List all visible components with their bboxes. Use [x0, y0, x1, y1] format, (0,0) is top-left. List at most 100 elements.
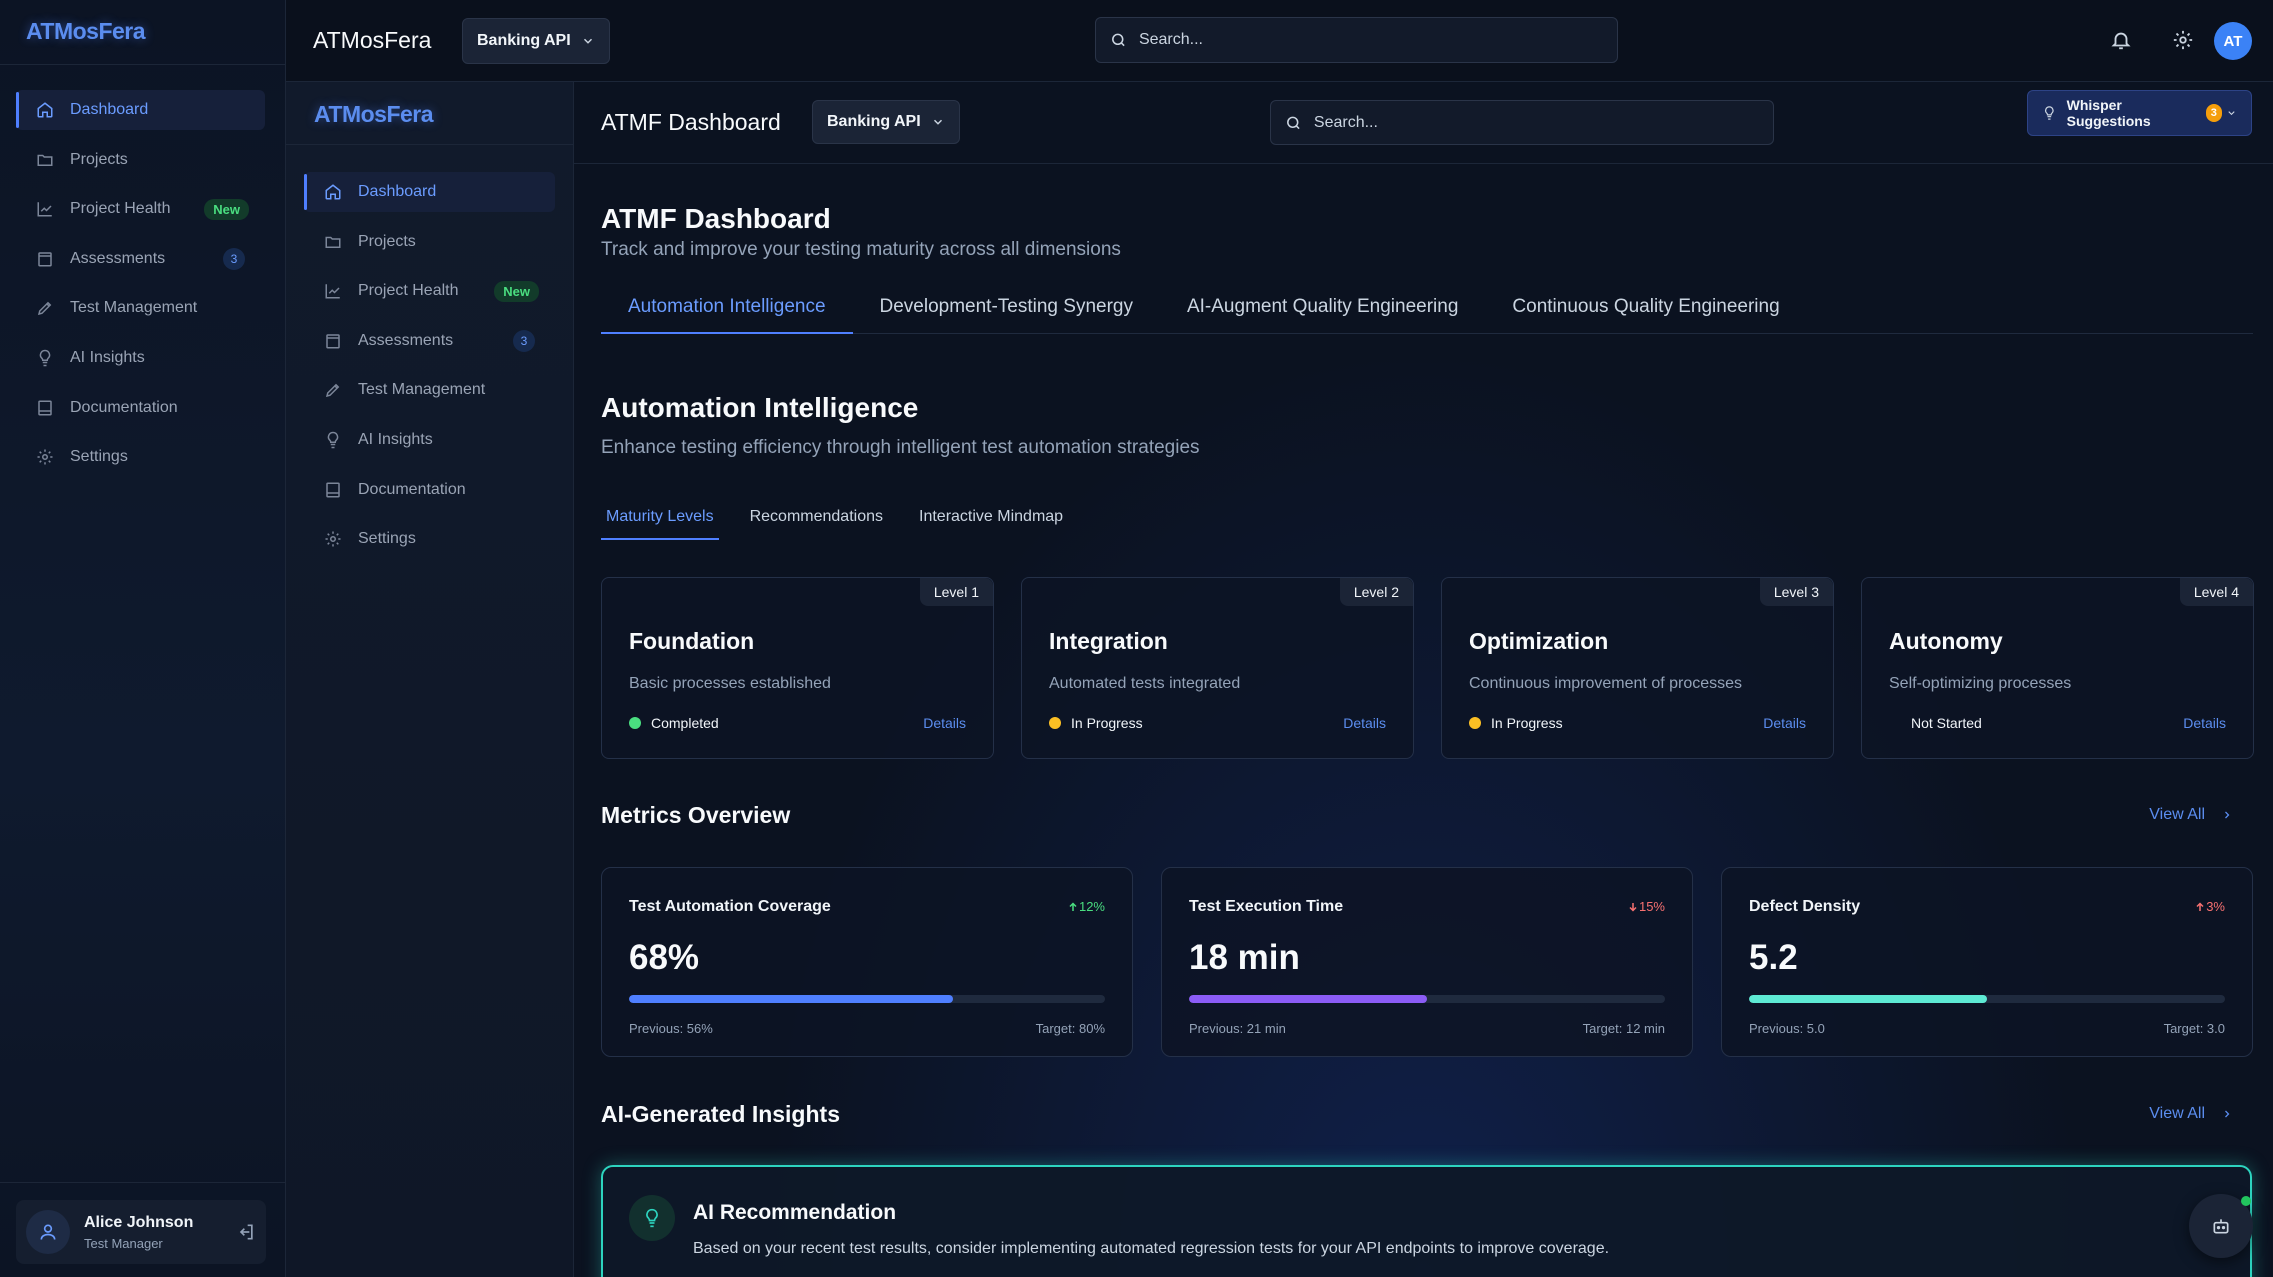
secondary-sidebar: ATMosFera Dashboard Projects Project Hea…	[286, 82, 574, 1277]
details-link[interactable]: Details	[1763, 715, 1806, 731]
status-label: In Progress	[1491, 715, 1563, 731]
main-header: ATMF Dashboard Banking API Whisper Sugge…	[574, 82, 2273, 164]
insights-view-all-link[interactable]: View All	[2149, 1105, 2233, 1123]
arrow-up-icon	[2196, 901, 2204, 911]
metric-previous: Previous: 56%	[629, 1021, 713, 1036]
lightbulb-icon	[39, 349, 51, 367]
level-status: In Progress	[1049, 715, 1143, 731]
sidebar-logo[interactable]: ATMosFera	[26, 18, 146, 45]
metrics-view-all-link[interactable]: View All	[2149, 806, 2233, 824]
sidebar-item-label: AI Insights	[358, 430, 433, 448]
metric-delta: 12%	[1067, 899, 1105, 914]
project-selector[interactable]: Banking API	[812, 100, 960, 144]
metric-name: Test Automation Coverage	[629, 898, 831, 915]
logout-icon[interactable]	[236, 1222, 256, 1242]
pencil-icon	[37, 302, 52, 316]
sidebar-item-dashboard[interactable]: Dashboard	[304, 172, 555, 212]
details-link[interactable]: Details	[1343, 715, 1386, 731]
insights-title: AI-Generated Insights	[601, 1101, 840, 1127]
subtab-recommendations[interactable]: Recommendations	[745, 504, 888, 540]
tab-development-testing-synergy[interactable]: Development-Testing Synergy	[853, 292, 1160, 334]
page-subtitle: Track and improve your testing maturity …	[601, 239, 1121, 260]
view-all-label: View All	[2149, 1105, 2205, 1122]
level-tag: Level 2	[1339, 578, 1413, 606]
avatar	[26, 1210, 70, 1254]
sidebar-item-documentation[interactable]: Documentation	[16, 388, 265, 428]
search-input[interactable]	[1138, 31, 1603, 49]
subtab-maturity-levels[interactable]: Maturity Levels	[601, 504, 719, 540]
chat-assistant-button[interactable]	[2189, 1194, 2253, 1258]
tab-automation-intelligence[interactable]: Automation Intelligence	[601, 292, 853, 334]
metric-delta: 3%	[2194, 899, 2225, 914]
metric-card-test-execution-time[interactable]: Test Execution Time 15% 18 min Previous:…	[1161, 867, 1693, 1057]
sidebar-item-documentation[interactable]: Documentation	[304, 470, 555, 510]
sidebar-logo[interactable]: ATMosFera	[314, 101, 434, 128]
sidebar-item-projects[interactable]: Projects	[16, 140, 265, 180]
tab-ai-augment-quality-engineering[interactable]: AI-Augment Quality Engineering	[1160, 292, 1485, 334]
sidebar-item-assessments[interactable]: Assessments 3	[16, 239, 265, 279]
level-card-integration[interactable]: Level 2 Integration Automated tests inte…	[1021, 577, 1414, 759]
metric-progress-fill	[629, 995, 953, 1003]
metric-name: Defect Density	[1749, 898, 1861, 915]
ai-recommendation-card[interactable]: AI Recommendation Based on your recent t…	[601, 1165, 2252, 1277]
status-dot	[1049, 717, 1061, 729]
sidebar-item-label: Dashboard	[70, 101, 149, 118]
sidebar-item-project-health[interactable]: Project Health New	[16, 189, 265, 229]
tab-continuous-quality-engineering[interactable]: Continuous Quality Engineering	[1485, 292, 1806, 334]
metric-target: Target: 3.0	[2163, 1021, 2225, 1036]
sidebar-item-settings[interactable]: Settings	[16, 437, 265, 477]
page-title: ATMF Dashboard	[601, 203, 831, 234]
gear-icon[interactable]	[2172, 29, 2194, 51]
home-icon	[37, 102, 53, 118]
metric-card-test-automation-coverage[interactable]: Test Automation Coverage 12% 68% Previou…	[601, 867, 1133, 1057]
metric-card-defect-density[interactable]: Defect Density 3% 5.2 Previous: 5.0 Targ…	[1721, 867, 2253, 1057]
sidebar-item-assessments[interactable]: Assessments 3	[304, 321, 555, 361]
sidebar-item-label: Test Management	[358, 381, 486, 399]
sidebar-item-label: Projects	[70, 150, 128, 168]
sidebar-item-dashboard[interactable]: Dashboard	[16, 90, 265, 130]
global-search[interactable]	[1095, 17, 1618, 63]
metric-progress-track	[1189, 995, 1665, 1003]
whisper-suggestions-button[interactable]: Whisper Suggestions 3	[2027, 90, 2252, 136]
robot-icon	[2213, 1219, 2229, 1234]
metrics-overview: Test Automation Coverage 12% 68% Previou…	[601, 867, 2253, 1057]
sidebar-item-ai-insights[interactable]: AI Insights	[16, 338, 265, 378]
sidebar-item-test-management[interactable]: Test Management	[304, 370, 555, 410]
search-input[interactable]	[1313, 113, 1759, 132]
level-card-foundation[interactable]: Level 1 Foundation Basic processes estab…	[601, 577, 994, 759]
sidebar-item-test-management[interactable]: Test Management	[16, 288, 265, 328]
chart-line-icon	[325, 284, 340, 299]
details-link[interactable]: Details	[923, 715, 966, 731]
metric-target: Target: 12 min	[1582, 1021, 1665, 1036]
metric-progress-fill	[1749, 995, 1987, 1003]
sidebar-item-projects[interactable]: Projects	[304, 222, 555, 262]
status-dot	[1469, 717, 1481, 729]
level-card-autonomy[interactable]: Level 4 Autonomy Self-optimizing process…	[1861, 577, 2254, 759]
level-name: Foundation	[629, 628, 755, 654]
bell-icon[interactable]	[2110, 29, 2132, 51]
secondary-nav: Dashboard Projects Project Health New As…	[304, 172, 555, 569]
metric-target: Target: 80%	[1035, 1021, 1105, 1036]
level-card-optimization[interactable]: Level 3 Optimization Continuous improvem…	[1441, 577, 1834, 759]
home-icon	[325, 184, 341, 200]
subtab-interactive-mindmap[interactable]: Interactive Mindmap	[914, 504, 1068, 540]
chevron-down-icon	[933, 119, 942, 125]
sidebar-item-label: Settings	[358, 530, 416, 548]
sidebar-item-label: Dashboard	[358, 183, 437, 200]
project-selector[interactable]: Banking API	[462, 18, 610, 64]
sidebar-item-settings[interactable]: Settings	[304, 519, 555, 559]
chart-line-icon	[37, 202, 52, 217]
metric-progress-fill	[1189, 995, 1427, 1003]
dashboard-search[interactable]	[1270, 100, 1774, 145]
sidebar-item-label: Projects	[358, 232, 416, 250]
level-description: Automated tests integrated	[1049, 675, 1241, 692]
top-bar: ATMosFera Banking API AT	[286, 0, 2273, 82]
user-card[interactable]: Alice Johnson Test Manager	[16, 1200, 266, 1264]
sidebar-item-project-health[interactable]: Project Health New	[304, 271, 555, 311]
details-link[interactable]: Details	[2183, 715, 2226, 731]
metric-previous: Previous: 21 min	[1189, 1021, 1286, 1036]
user-avatar[interactable]: AT	[2214, 22, 2252, 60]
metric-value: 68%	[629, 938, 700, 977]
sidebar-item-label: Project Health	[358, 282, 459, 300]
sidebar-item-ai-insights[interactable]: AI Insights	[304, 420, 555, 460]
